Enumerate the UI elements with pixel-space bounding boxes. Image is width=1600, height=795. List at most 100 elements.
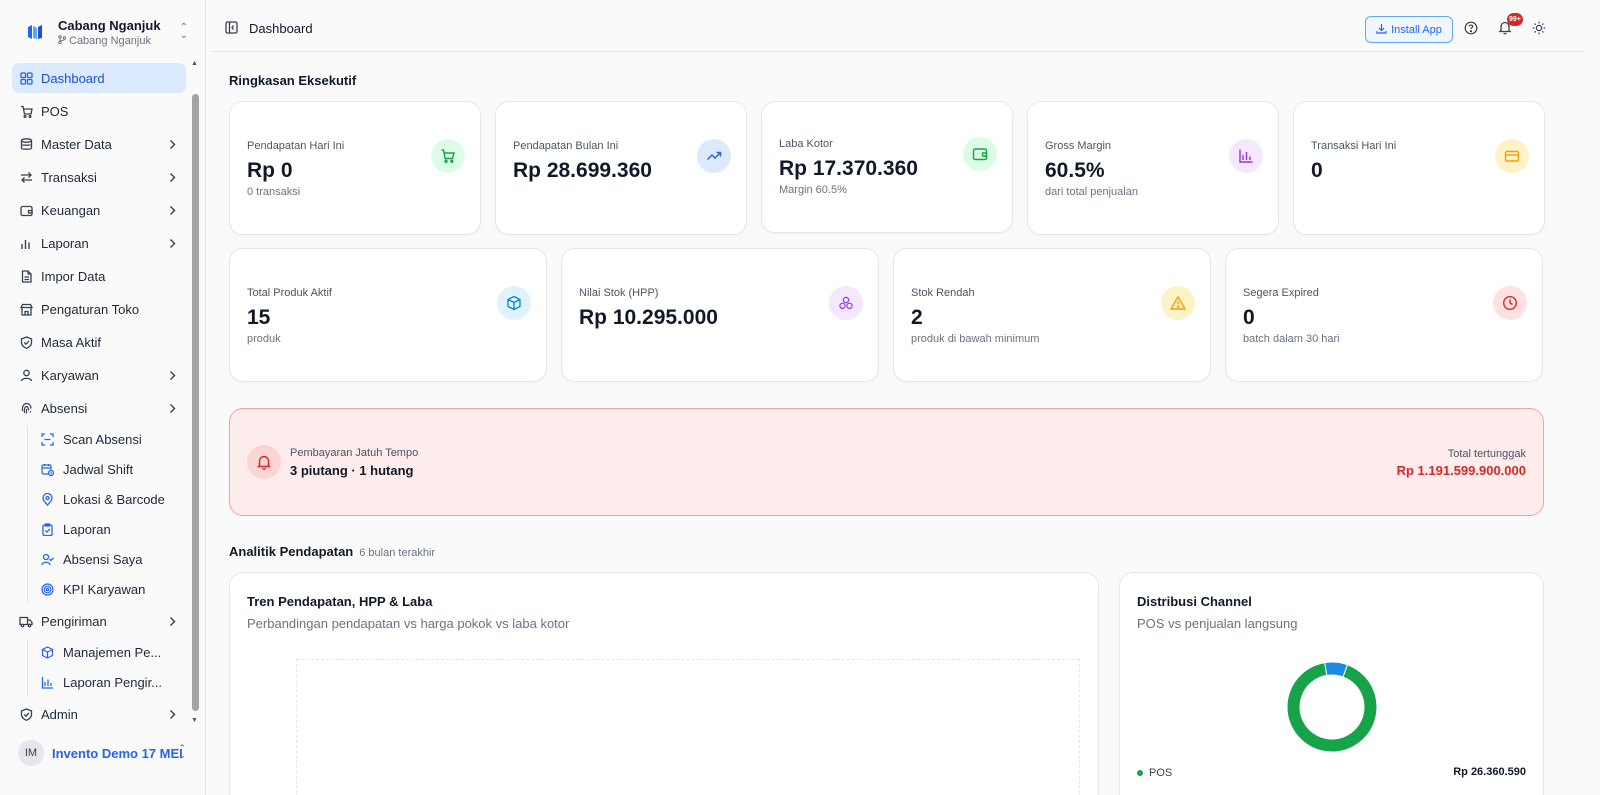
bar-chart-icon [1229, 139, 1263, 173]
user-menu[interactable]: IM Invento Demo 17 MEI ⌃ ⌄ [18, 740, 194, 766]
sidebar-toggle-icon[interactable] [225, 21, 238, 37]
sidebar-item-label: Masa Aktif [41, 334, 101, 350]
clipboard-check-icon [40, 523, 54, 537]
kpi-card-pendapatan-bulan-ini[interactable]: Pendapatan Bulan Ini Rp 28.699.360 [495, 101, 747, 235]
sidebar-item-label: KPI Karyawan [63, 582, 146, 597]
donut-slice-other[interactable] [1324, 661, 1349, 678]
kpi-card-stok-rendah[interactable]: Stok Rendah 2 produk di bawah minimum [893, 248, 1211, 382]
sidebar-item-masa-aktif[interactable]: Masa Aktif [12, 327, 186, 357]
scroll-up-icon[interactable]: ▲ [191, 60, 198, 67]
donut-slice-pos[interactable] [1286, 662, 1378, 753]
user-name: Invento Demo 17 MEI [52, 745, 183, 761]
sidebar-item-impor-data[interactable]: Impor Data [12, 261, 186, 291]
scrollbar-thumb[interactable] [192, 94, 199, 711]
sidebar-item-manajemen-pengiriman[interactable]: Manajemen Pe... [36, 639, 186, 666]
chevron-right-icon [169, 708, 176, 723]
kpi-note: produk [247, 333, 281, 345]
kpi-card-gross-margin[interactable]: Gross Margin 60.5% dari total penjualan [1027, 101, 1279, 235]
credit-card-icon [1495, 139, 1529, 173]
chevron-right-icon [169, 615, 176, 630]
alert-text: 3 piutang · 1 hutang [290, 463, 414, 478]
database-icon [19, 137, 33, 151]
sidebar-item-label: Admin [41, 706, 78, 722]
kpi-value: 0 [1311, 159, 1323, 182]
kpi-label: Nilai Stok (HPP) [579, 287, 659, 299]
legend-dot [1137, 770, 1143, 776]
chevron-right-icon [169, 171, 176, 186]
theme-toggle-icon[interactable] [1532, 21, 1546, 38]
sidebar-item-lokasi-barcode[interactable]: Lokasi & Barcode [36, 486, 186, 513]
sidebar-item-absensi[interactable]: Absensi [12, 393, 186, 423]
kpi-value: Rp 0 [247, 159, 293, 182]
kpi-card-transaksi-hari-ini[interactable]: Transaksi Hari Ini 0 [1293, 101, 1545, 235]
kpi-note: batch dalam 30 hari [1243, 333, 1340, 345]
sidebar-item-laporan[interactable]: Laporan [12, 228, 186, 258]
calendar-clock-icon [40, 463, 54, 477]
sidebar-item-scan-absensi[interactable]: Scan Absensi [36, 426, 186, 453]
install-app-label: Install App [1391, 23, 1442, 36]
sidebar-item-label: Laporan [41, 235, 89, 251]
kpi-value: Rp 17.370.360 [779, 157, 918, 180]
target-icon [40, 583, 54, 597]
kpi-card-laba-kotor[interactable]: Laba Kotor Rp 17.370.360 Margin 60.5% [761, 101, 1013, 233]
kpi-note: dari total penjualan [1045, 186, 1138, 198]
kpi-card-nilai-stok[interactable]: Nilai Stok (HPP) Rp 10.295.000 [561, 248, 879, 382]
sidebar-item-jadwal-shift[interactable]: Jadwal Shift [36, 456, 186, 483]
install-app-button[interactable]: Install App [1365, 16, 1453, 43]
help-icon[interactable] [1464, 21, 1478, 38]
notification-badge: 99+ [1507, 13, 1523, 26]
sidebar-item-pos[interactable]: POS [12, 96, 186, 126]
sidebar-item-label: Pengaturan Toko [41, 301, 140, 317]
kpi-label: Stok Rendah [911, 287, 975, 299]
kpi-label: Gross Margin [1045, 140, 1112, 152]
sidebar-item-pengaturan-toko[interactable]: Pengaturan Toko [12, 294, 186, 324]
brand-name: Cabang Nganjuk [58, 17, 161, 33]
sidebar-item-label: Pengiriman [41, 613, 107, 629]
chevron-right-icon [169, 402, 176, 417]
sidebar-item-admin[interactable]: Admin [12, 699, 186, 729]
channel-chart-card: Distribusi Channel POS vs penjualan lang… [1119, 572, 1544, 795]
sidebar-item-label: Master Data [41, 136, 112, 152]
kpi-label: Transaksi Hari Ini [1311, 140, 1397, 152]
page-title: Dashboard [249, 21, 313, 36]
kpi-card-pendapatan-hari-ini[interactable]: Pendapatan Hari Ini Rp 0 0 transaksi [229, 101, 481, 235]
sidebar-scrollbar[interactable]: ▲ ▼ [191, 60, 199, 724]
scroll-down-icon[interactable]: ▼ [191, 717, 198, 724]
shield-check-icon [19, 335, 33, 349]
sidebar-item-absensi-saya[interactable]: Absensi Saya [36, 546, 186, 573]
trending-up-icon [697, 139, 731, 173]
shield-check-icon [19, 707, 33, 721]
file-icon [19, 269, 33, 283]
sidebar-item-kpi-karyawan[interactable]: KPI Karyawan [36, 576, 186, 603]
sidebar-item-transaksi[interactable]: Transaksi [12, 162, 186, 192]
chart-subtitle: Perbandingan pendapatan vs harga pokok v… [247, 616, 570, 631]
sidebar-item-karyawan[interactable]: Karyawan [12, 360, 186, 390]
sidebar-item-label: Laporan [63, 522, 111, 537]
legend-label: POS [1149, 767, 1173, 779]
package-icon [40, 646, 54, 660]
sidebar-item-laporan-pengiriman[interactable]: Laporan Pengir... [36, 669, 186, 696]
kpi-label: Total Produk Aktif [247, 287, 332, 299]
kpi-value: 2 [911, 306, 923, 329]
sidebar-item-label: Lokasi & Barcode [63, 492, 165, 507]
sidebar-item-keuangan[interactable]: Keuangan [12, 195, 186, 225]
kpi-card-total-produk-aktif[interactable]: Total Produk Aktif 15 produk [229, 248, 547, 382]
due-payment-alert[interactable]: Pembayaran Jatuh Tempo 3 piutang · 1 hut… [229, 408, 1544, 516]
branch-switcher[interactable]: Cabang Nganjuk Cabang Nganjuk ⌃ ⌄ [12, 12, 194, 52]
kpi-card-segera-expired[interactable]: Segera Expired 0 batch dalam 30 hari [1225, 248, 1543, 382]
sidebar-item-laporan-absensi[interactable]: Laporan [36, 516, 186, 543]
absensi-submenu: Scan Absensi Jadwal Shift Lokasi & Barco… [27, 426, 186, 603]
notification-bell-icon[interactable]: 99+ [1498, 13, 1523, 38]
sidebar-item-master-data[interactable]: Master Data [12, 129, 186, 159]
alert-total-value: Rp 1.191.599.900.000 [1396, 463, 1526, 478]
kpi-value: 0 [1243, 306, 1255, 329]
chevron-right-icon [169, 138, 176, 153]
trend-chart-card: Tren Pendapatan, HPP & Laba Perbandingan… [229, 572, 1099, 795]
alert-label: Pembayaran Jatuh Tempo [290, 447, 419, 459]
map-pin-icon [40, 493, 54, 507]
chevron-updown-icon: ⌃ ⌄ [179, 22, 188, 41]
sidebar-item-pengiriman[interactable]: Pengiriman [12, 606, 186, 636]
chevron-right-icon [169, 204, 176, 219]
sidebar-item-dashboard[interactable]: Dashboard [12, 63, 186, 93]
user-icon [19, 368, 33, 382]
